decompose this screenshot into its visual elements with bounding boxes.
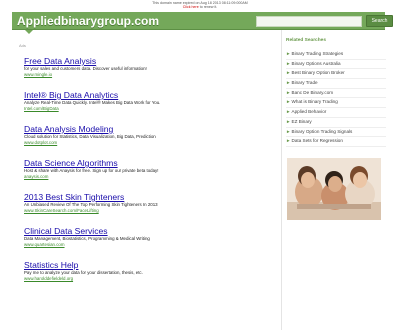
bullet-arrow-icon: ► <box>286 99 291 105</box>
result-item: Free Data Analysis for your sales and cu… <box>24 56 274 90</box>
bullet-arrow-icon: ► <box>286 51 291 56</box>
result-url-link[interactable]: www.dotplot.com <box>24 140 274 146</box>
related-search-item[interactable]: ►Data Sets for Regression <box>286 137 386 147</box>
header-bar: Appliedbinarygroup.com Search <box>12 12 393 30</box>
related-search-label[interactable]: EZ Binary <box>292 119 312 124</box>
related-search-item[interactable]: ►EZ Binary <box>286 118 386 128</box>
bullet-arrow-icon: ► <box>286 80 291 86</box>
ads-label: Ads <box>19 43 26 48</box>
result-title-link[interactable]: Clinical Data Services <box>24 226 274 236</box>
result-item: Clinical Data Services Data Management, … <box>24 226 274 260</box>
related-searches-sidebar: Related Searches ►Binary Trading Strateg… <box>281 30 386 330</box>
result-item: Intel® Big Data Analytics Analyze Real-T… <box>24 90 274 124</box>
related-searches-list: ►Binary Trading Strategies ►Binary Optio… <box>286 50 386 147</box>
related-search-item[interactable]: ►Applied Behavior <box>286 108 386 118</box>
result-title-link[interactable]: 2013 Best Skin Tighteners <box>24 192 274 202</box>
result-title-link[interactable]: Free Data Analysis <box>24 56 274 66</box>
bullet-arrow-icon: ► <box>286 70 291 76</box>
result-item: Data Science Algorithms Host & share wit… <box>24 158 274 192</box>
bullet-arrow-icon: ► <box>286 89 291 95</box>
result-url-link[interactable]: www.mingle.io <box>24 72 274 78</box>
related-searches-heading: Related Searches <box>286 38 326 43</box>
related-search-label[interactable]: Binary Option Trading Signals <box>292 129 353 134</box>
header-pointer <box>25 30 33 34</box>
related-search-label[interactable]: Binary Options Australia <box>292 61 341 66</box>
related-search-item[interactable]: ►Binary Options Australia <box>286 60 386 70</box>
result-item: Data Analysis Modeling Cloud solution fo… <box>24 124 274 158</box>
related-search-label[interactable]: Applied Behavior <box>292 109 327 114</box>
bullet-arrow-icon: ► <box>286 118 291 124</box>
site-title: Appliedbinarygroup.com <box>17 14 160 28</box>
search-button[interactable]: Search <box>366 15 393 27</box>
result-title-link[interactable]: Data Science Algorithms <box>24 158 274 168</box>
result-title-link[interactable]: Statistics Help <box>24 260 274 270</box>
related-search-item[interactable]: ►What is Binary Trading <box>286 98 386 109</box>
related-search-item[interactable]: ►Banc De Binary.com <box>286 89 386 99</box>
related-search-item[interactable]: ►Best Binary Option Broker <box>286 69 386 80</box>
people-photo-illustration <box>287 158 381 220</box>
result-title-link[interactable]: Data Analysis Modeling <box>24 124 274 134</box>
search-input[interactable] <box>256 15 362 27</box>
result-item: Statistics Help Pay me to analyze your d… <box>24 260 274 294</box>
result-item: 2013 Best Skin Tighteners An Unbiased Re… <box>24 192 274 226</box>
related-search-label[interactable]: What is Binary Trading <box>292 99 338 104</box>
result-title-link[interactable]: Intel® Big Data Analytics <box>24 90 274 100</box>
related-search-label[interactable]: Binary Trade <box>292 80 318 85</box>
result-url-link[interactable]: www.SkinCareSearch.com/FaceLifting <box>24 208 274 214</box>
bullet-arrow-icon: ► <box>286 60 291 66</box>
related-search-label[interactable]: Binary Trading Strategies <box>292 51 344 56</box>
related-search-item[interactable]: ►Binary Trade <box>286 79 386 89</box>
result-url-link[interactable]: anaysis.com <box>24 174 274 180</box>
related-search-label[interactable]: Best Binary Option Broker <box>292 70 345 75</box>
sidebar-people-photo <box>287 158 381 220</box>
related-search-label[interactable]: Banc De Binary.com <box>292 90 334 95</box>
renew-link-suffix: to renew it. <box>199 5 218 10</box>
result-url-link[interactable]: Intel.com/BigData <box>24 106 274 112</box>
related-search-item[interactable]: ►Binary Option Trading Signals <box>286 128 386 138</box>
renew-link[interactable]: Click here <box>183 5 199 9</box>
related-search-label[interactable]: Data Sets for Regression <box>292 138 343 143</box>
bullet-arrow-icon: ► <box>286 138 291 144</box>
results-list: Free Data Analysis for your sales and cu… <box>24 56 274 294</box>
result-url-link[interactable]: www.quartesian.com <box>24 242 274 248</box>
result-url-link[interactable]: www.harolddefieldeld.org <box>24 276 274 282</box>
bullet-arrow-icon: ► <box>286 109 291 115</box>
bullet-arrow-icon: ► <box>286 128 291 134</box>
related-search-item[interactable]: ►Binary Trading Strategies <box>286 50 386 60</box>
expiry-notice: This domain name expired on Aug 18 2013 … <box>0 0 400 12</box>
